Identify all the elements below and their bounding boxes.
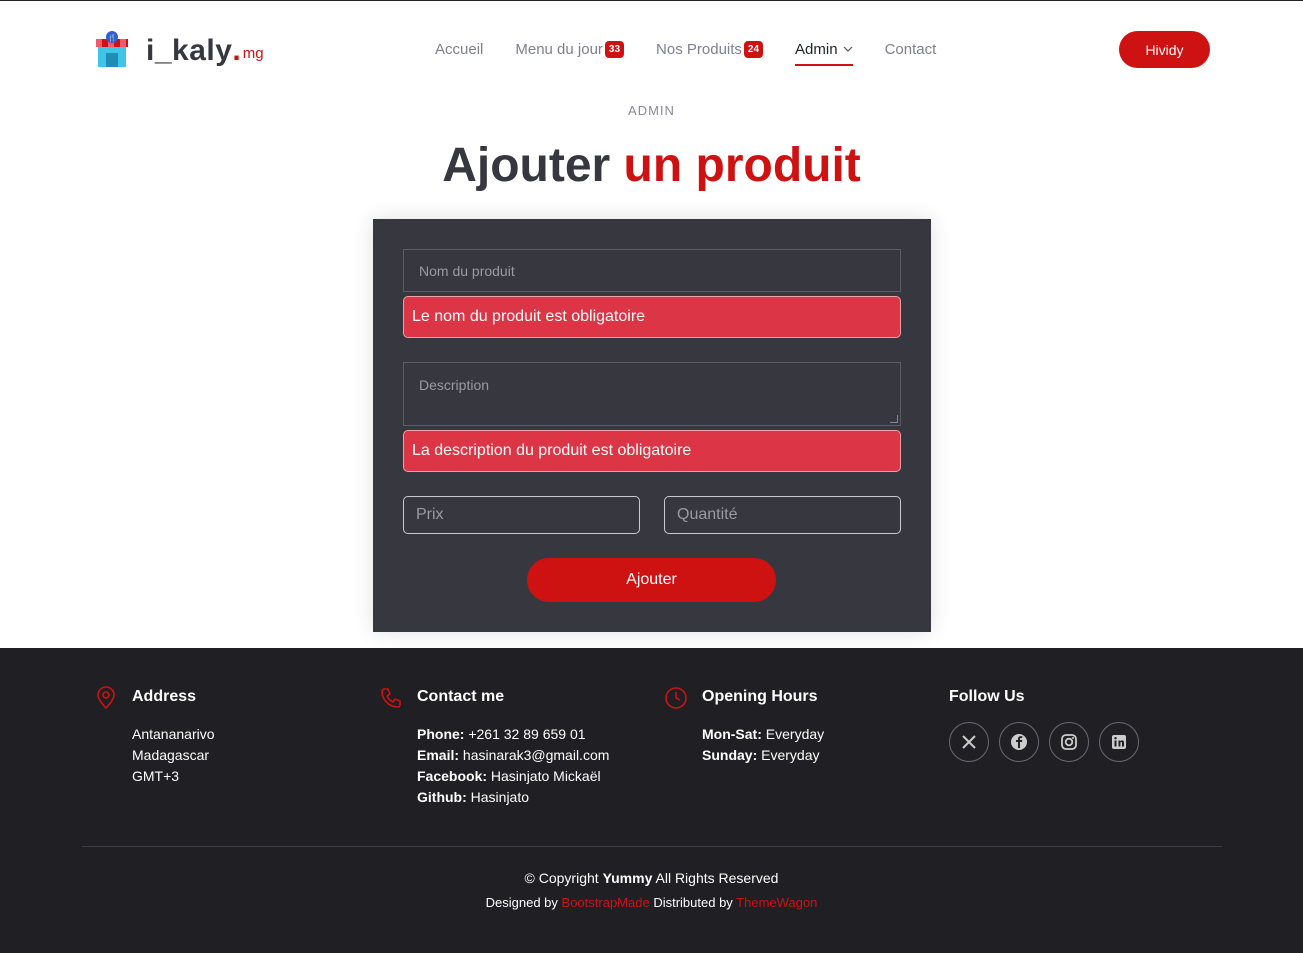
site-header: 🍴 i_kaly . mg Accueil Menu du jour 33 No… <box>0 1 1303 89</box>
clock-icon <box>665 687 687 709</box>
phone-icon <box>381 688 401 708</box>
nav-label: Menu du jour <box>515 40 603 58</box>
instagram-icon[interactable] <box>1049 722 1089 762</box>
title-main: Ajouter <box>442 139 611 192</box>
nav-label: Accueil <box>435 40 484 58</box>
nav-label: Nos Produits <box>656 40 742 58</box>
shop-icon: 🍴 <box>96 31 128 67</box>
footer-heading: Follow Us <box>949 688 1025 705</box>
chevron-down-icon <box>843 46 853 52</box>
svg-text:🍴: 🍴 <box>108 33 117 42</box>
description-placeholder: Description <box>419 377 490 393</box>
product-name-input[interactable]: Nom du produit <box>403 249 901 292</box>
count-badge: 24 <box>743 40 764 58</box>
nav-nos-produits[interactable]: Nos Produits 24 <box>656 39 764 59</box>
contact-phone: Phone: +261 32 89 659 01 <box>417 726 586 742</box>
nav-label: Admin <box>795 40 838 58</box>
brand-suffix: mg <box>242 45 264 62</box>
facebook-icon[interactable] <box>999 722 1039 762</box>
page-title: Ajouter un produit <box>0 140 1303 192</box>
address-line: Antananarivo <box>132 726 215 742</box>
section-label: ADMIN <box>628 103 675 118</box>
ajouter-button[interactable]: Ajouter <box>527 558 776 602</box>
contact-email: Email: hasinarak3@gmail.com <box>417 747 610 763</box>
description-error-alert: La description du produit est obligatoir… <box>403 430 901 472</box>
nav-menu-du-jour[interactable]: Menu du jour 33 <box>515 39 625 59</box>
quantity-input[interactable]: Quantité <box>664 496 901 534</box>
bootstrapmade-link[interactable]: BootstrapMade <box>562 895 650 910</box>
footer-heading: Contact me <box>417 688 505 705</box>
main-nav: Accueil Menu du jour 33 Nos Produits 24 … <box>435 39 968 66</box>
hividy-button[interactable]: Hividy <box>1119 31 1210 68</box>
name-error-alert: Le nom du produit est obligatoire <box>403 296 901 338</box>
brand-name: i_kaly <box>146 34 233 67</box>
brand-dot: . <box>232 34 241 67</box>
resize-handle[interactable] <box>890 415 898 423</box>
linkedin-icon[interactable] <box>1099 722 1139 762</box>
map-pin-icon <box>97 686 115 710</box>
brand-logo[interactable]: 🍴 i_kaly . mg <box>94 29 264 69</box>
title-accent: un produit <box>623 139 861 192</box>
site-footer: Address Antananarivo Madagascar GMT+3 Co… <box>0 648 1303 953</box>
price-input[interactable]: Prix <box>403 496 640 534</box>
x-icon[interactable] <box>949 722 989 762</box>
footer-divider <box>82 846 1222 847</box>
address-line: Madagascar <box>132 747 210 763</box>
contact-github: Github: Hasinjato <box>417 789 530 805</box>
description-textarea[interactable]: Description <box>403 362 901 426</box>
nav-admin[interactable]: Admin <box>795 39 853 66</box>
footer-heading: Address <box>132 688 197 705</box>
hours-sunday: Sunday: Everyday <box>702 747 820 763</box>
count-badge: 33 <box>604 40 625 58</box>
themewagon-link[interactable]: ThemeWagon <box>736 895 817 910</box>
contact-facebook: Facebook: Hasinjato Mickaël <box>417 768 601 784</box>
credits: Designed by BootstrapMade Distributed by… <box>485 895 818 910</box>
add-product-form: Nom du produit Le nom du produit est obl… <box>373 219 931 632</box>
nav-accueil[interactable]: Accueil <box>435 39 483 59</box>
nav-label: Contact <box>884 40 937 58</box>
footer-heading: Opening Hours <box>702 688 818 705</box>
copyright: © Copyright Yummy All Rights Reserved <box>524 870 779 886</box>
nav-contact[interactable]: Contact <box>885 39 937 59</box>
address-line: GMT+3 <box>132 768 180 784</box>
hours-weekdays: Mon-Sat: Everyday <box>702 726 825 742</box>
copyright-brand: Yummy <box>602 870 653 886</box>
